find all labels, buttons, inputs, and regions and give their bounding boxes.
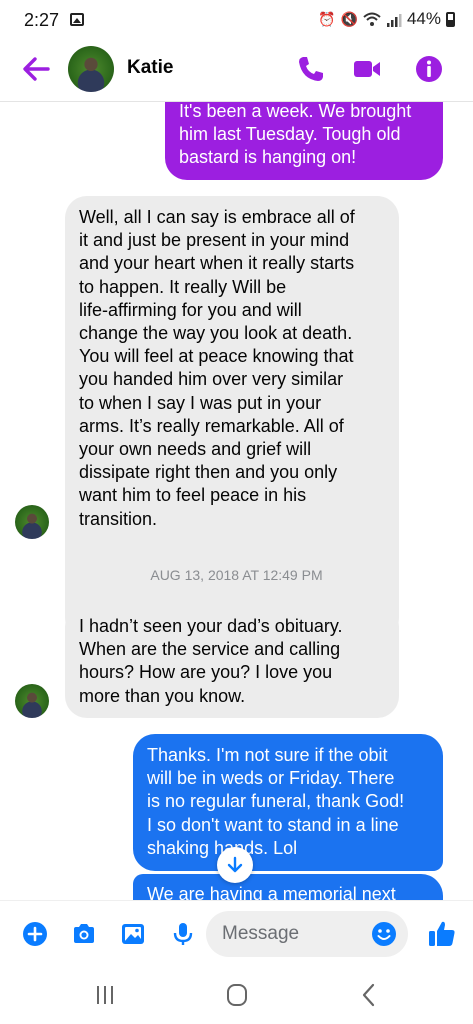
message-line: life-affirming for you and will bbox=[79, 299, 302, 320]
contact-name[interactable]: Katie bbox=[127, 57, 173, 79]
wifi-icon bbox=[363, 12, 381, 26]
message-line: transition. bbox=[79, 508, 158, 529]
status-indicators: ⏰ 🔇 44% bbox=[318, 9, 455, 29]
contact-avatar[interactable] bbox=[68, 46, 114, 92]
message-bubble-incoming[interactable]: I hadn’t seen your dad’s obituary. When … bbox=[65, 605, 399, 718]
message-line: shaking hands. Lol bbox=[147, 837, 298, 858]
message-line: I so don't want to stand in a line bbox=[147, 814, 399, 835]
info-icon[interactable] bbox=[414, 54, 444, 84]
message-line: It's been a week. We brought bbox=[179, 102, 412, 121]
phone-icon[interactable] bbox=[296, 54, 326, 84]
message-line: hours? How are you? I love you bbox=[79, 662, 333, 683]
battery-percent: 44% bbox=[406, 9, 441, 28]
message-line: you handed him over very similar bbox=[79, 369, 344, 390]
message-line: your own needs and grief will bbox=[79, 439, 312, 460]
sender-avatar[interactable] bbox=[15, 684, 49, 718]
message-line: to when I say I was put in your bbox=[79, 392, 322, 413]
message-line: want him to feel peace in his bbox=[79, 485, 307, 506]
camera-icon[interactable] bbox=[71, 921, 97, 947]
system-back-icon[interactable] bbox=[355, 982, 385, 1008]
message-line: change the way you look at death. bbox=[79, 323, 353, 344]
message-line: I hadn’t seen your dad’s obituary. bbox=[79, 616, 343, 636]
message-line: to happen. It really Will be bbox=[79, 276, 287, 297]
thumbs-up-icon[interactable] bbox=[427, 918, 457, 948]
video-icon[interactable] bbox=[352, 54, 382, 84]
status-time: 2:27 bbox=[24, 10, 60, 30]
message-line: and your heart when it really starts bbox=[79, 253, 355, 274]
gallery-notification-icon bbox=[70, 13, 84, 26]
message-line: arms. It’s really remarkable. All of bbox=[79, 415, 344, 436]
message-line: dissipate right then and you only bbox=[79, 462, 338, 483]
message-line: bastard is hanging on! bbox=[179, 147, 357, 168]
message-line: Thanks. I'm not sure if the obit bbox=[147, 745, 388, 765]
conversation[interactable]: It's been a week. We brought him last Tu… bbox=[0, 102, 473, 900]
chat-header: Katie bbox=[0, 40, 473, 102]
message-bubble-outgoing[interactable]: Thanks. I'm not sure if the obit will be… bbox=[133, 734, 443, 871]
sender-avatar[interactable] bbox=[15, 505, 49, 539]
message-line: You will feel at peace knowing that bbox=[79, 346, 354, 367]
battery-icon bbox=[446, 11, 455, 27]
recent-apps-icon[interactable] bbox=[92, 982, 122, 1008]
arrow-down-icon bbox=[227, 856, 243, 873]
mic-icon[interactable] bbox=[170, 921, 196, 947]
message-timestamp: AUG 13, 2018 AT 12:49 PM bbox=[150, 567, 323, 583]
message-bubble-outgoing[interactable]: It's been a week. We brought him last Tu… bbox=[165, 102, 443, 180]
status-bar: 2:27 ⏰ 🔇 44% bbox=[0, 0, 473, 40]
message-line: When are the service and calling bbox=[79, 639, 341, 660]
message-line: We are having a memorial next bbox=[147, 884, 396, 900]
message-composer bbox=[0, 900, 473, 966]
signal-icon bbox=[386, 13, 402, 27]
message-line: will be in weds or Friday. There bbox=[147, 768, 395, 789]
scroll-to-bottom-button[interactable] bbox=[217, 847, 253, 883]
mute-icon: 🔇 bbox=[340, 10, 358, 27]
message-line: Well, all I can say is embrace all of bbox=[79, 207, 355, 227]
photo-icon[interactable] bbox=[120, 921, 146, 947]
alarm-icon: ⏰ bbox=[318, 10, 336, 27]
back-arrow-icon[interactable] bbox=[18, 54, 54, 84]
home-icon[interactable] bbox=[222, 982, 252, 1008]
system-nav-bar bbox=[0, 966, 473, 1024]
message-line: him last Tuesday. Tough old bbox=[179, 124, 401, 145]
emoji-icon[interactable] bbox=[371, 921, 397, 947]
message-line: it and just be present in your mind bbox=[79, 230, 350, 251]
message-line: more than you know. bbox=[79, 685, 246, 706]
plus-icon[interactable] bbox=[22, 921, 48, 947]
message-bubble-outgoing[interactable]: We are having a memorial next bbox=[133, 874, 443, 900]
message-line: is no regular funeral, thank God! bbox=[147, 791, 405, 812]
